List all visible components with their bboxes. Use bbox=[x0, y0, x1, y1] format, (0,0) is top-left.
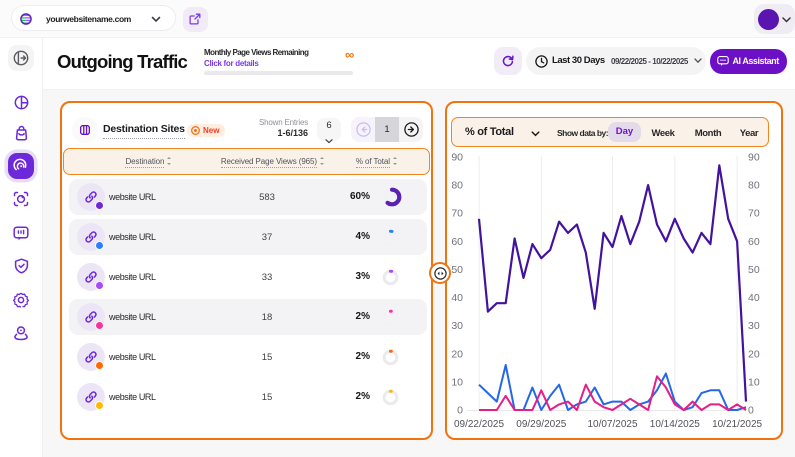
svg-text:50: 50 bbox=[451, 264, 463, 276]
svg-text:60: 60 bbox=[748, 236, 760, 248]
svg-text:90: 90 bbox=[451, 152, 463, 164]
svg-text:80: 80 bbox=[748, 180, 760, 192]
svg-text:70: 70 bbox=[748, 208, 760, 220]
svg-text:60: 60 bbox=[451, 236, 463, 248]
svg-text:10/07/2025: 10/07/2025 bbox=[587, 419, 637, 430]
svg-text:20: 20 bbox=[748, 348, 760, 360]
svg-text:10/21/2025: 10/21/2025 bbox=[712, 419, 762, 430]
svg-text:0: 0 bbox=[457, 405, 463, 417]
svg-text:0: 0 bbox=[748, 405, 754, 417]
svg-text:10: 10 bbox=[748, 376, 760, 388]
svg-text:90: 90 bbox=[748, 152, 760, 164]
svg-text:30: 30 bbox=[451, 320, 463, 332]
svg-text:30: 30 bbox=[748, 320, 760, 332]
svg-text:80: 80 bbox=[451, 180, 463, 192]
svg-text:09/29/2025: 09/29/2025 bbox=[516, 419, 566, 430]
svg-text:40: 40 bbox=[451, 292, 463, 304]
svg-text:20: 20 bbox=[451, 348, 463, 360]
svg-text:50: 50 bbox=[748, 264, 760, 276]
svg-text:10: 10 bbox=[451, 376, 463, 388]
svg-text:10/14/2025: 10/14/2025 bbox=[650, 419, 700, 430]
svg-text:09/22/2025: 09/22/2025 bbox=[454, 419, 504, 430]
svg-text:70: 70 bbox=[451, 208, 463, 220]
svg-text:40: 40 bbox=[748, 292, 760, 304]
